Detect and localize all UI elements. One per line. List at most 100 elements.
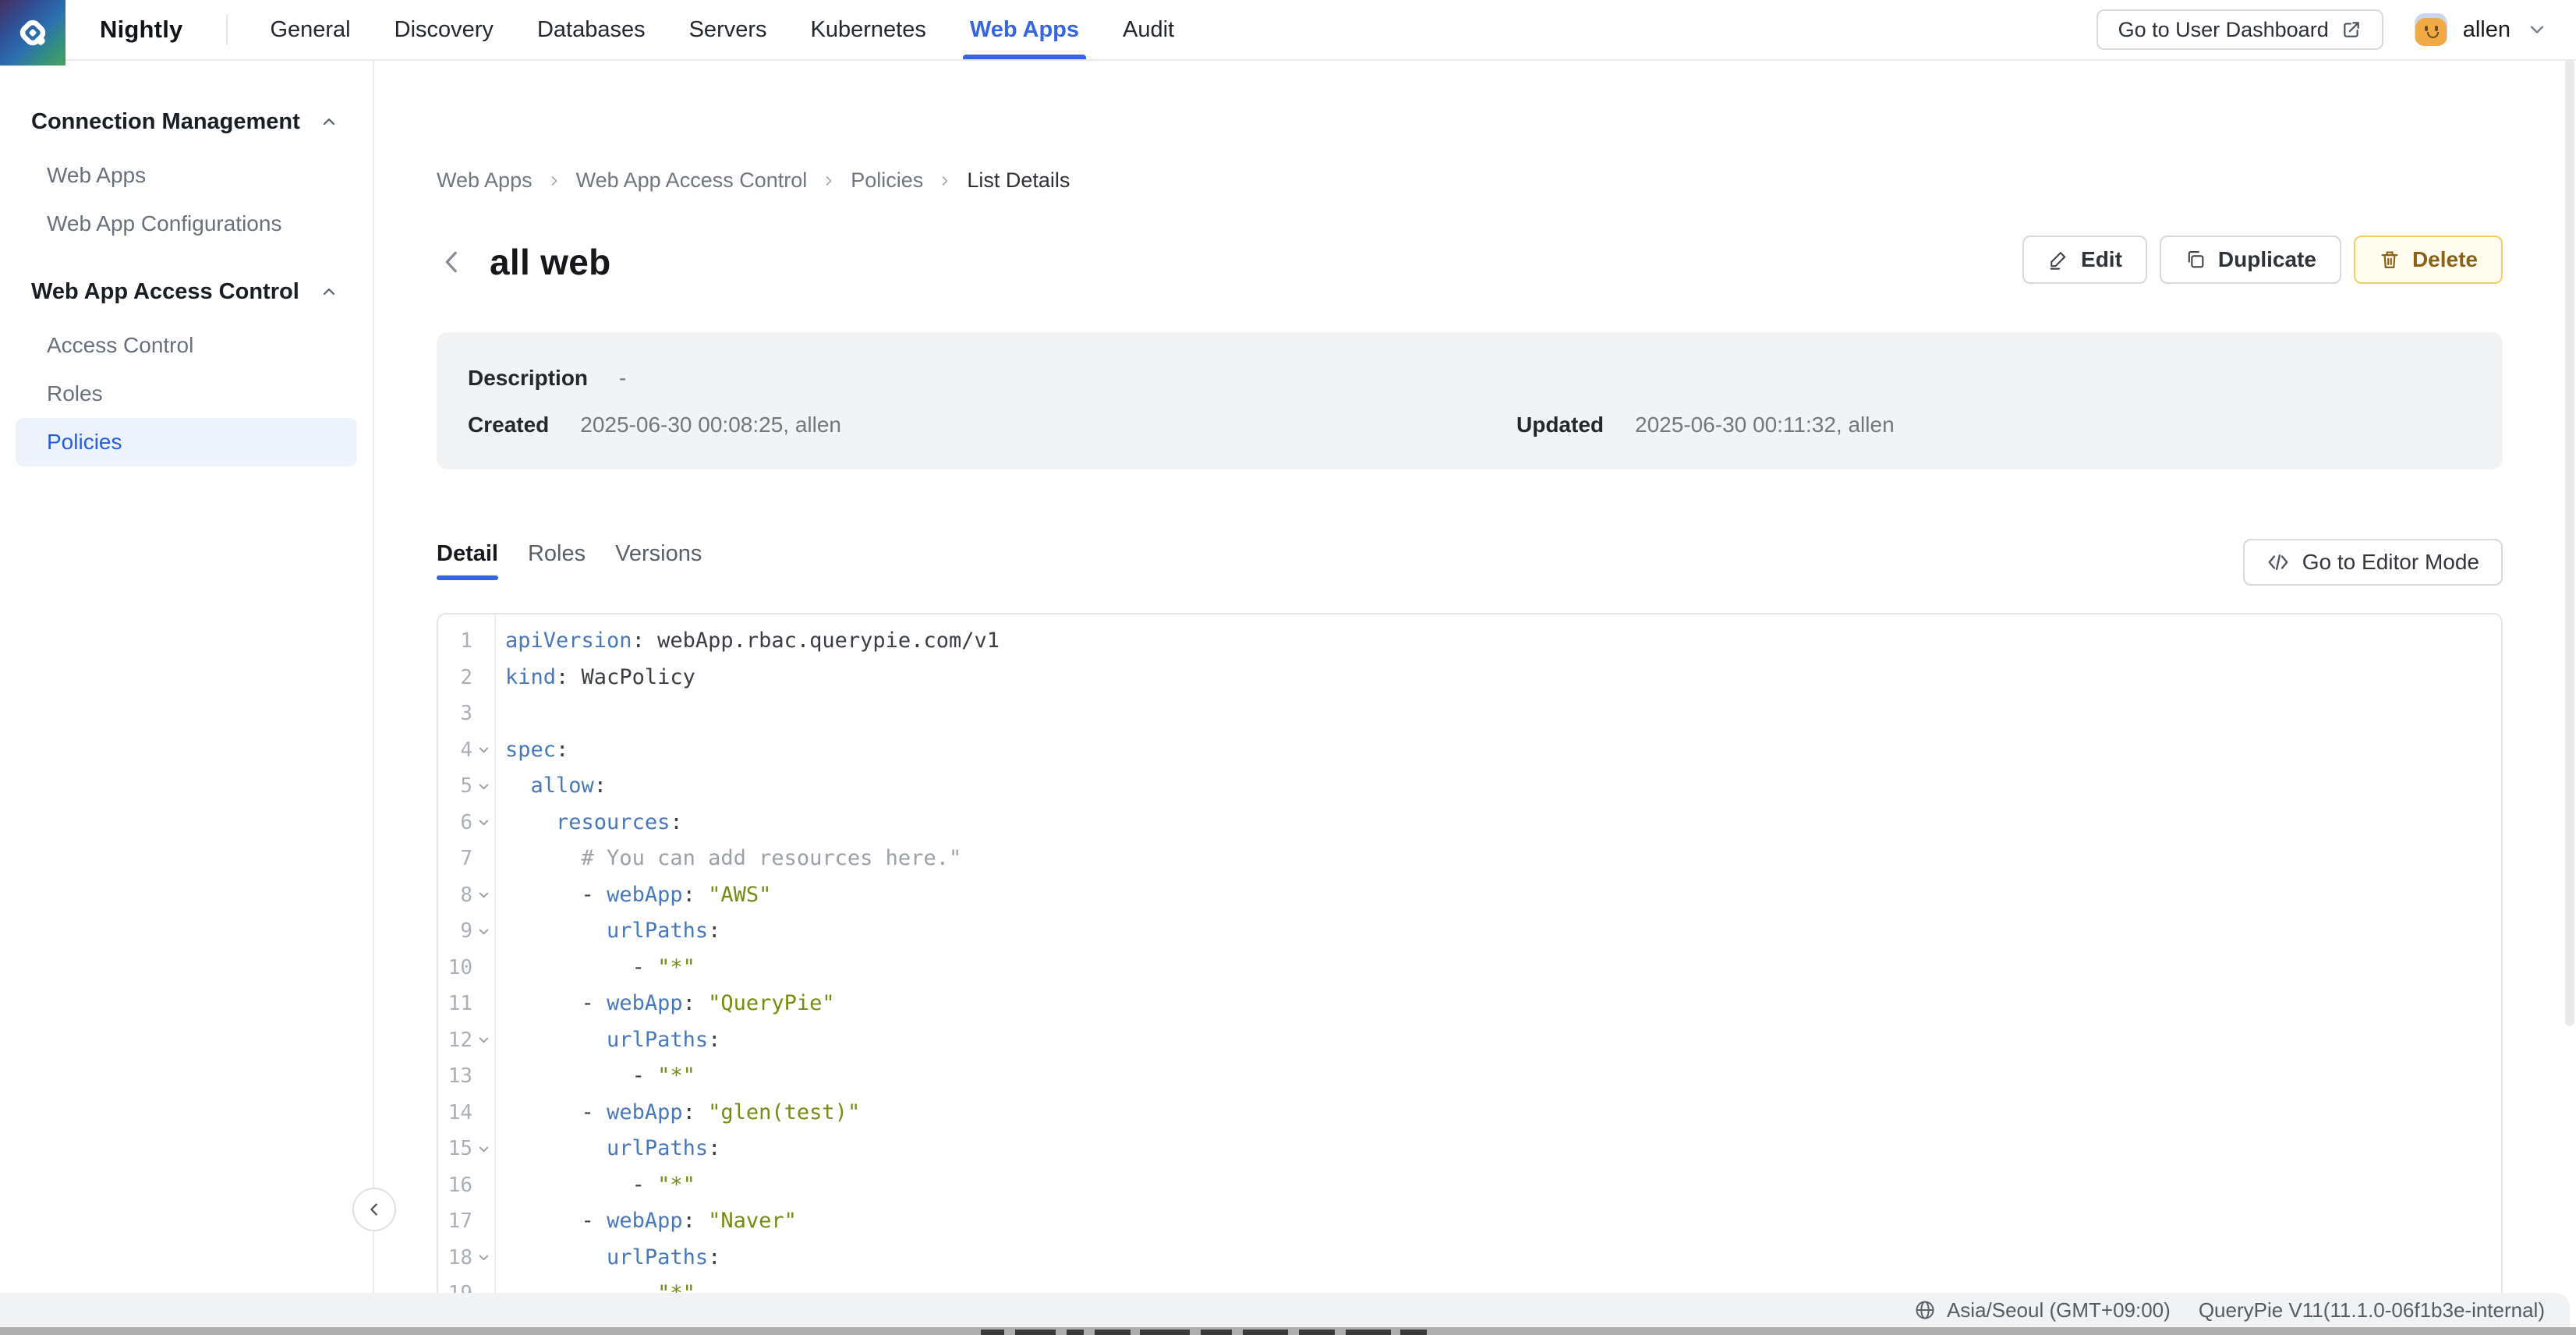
clipped-text-fragment [1243, 1330, 1288, 1335]
clipped-text-fragment [1201, 1330, 1232, 1335]
sidebar-item-web-app-configurations[interactable]: Web App Configurations [0, 200, 373, 248]
code-line-6: resources: [496, 805, 2501, 841]
chevron-up-icon [320, 282, 338, 301]
gutter-row-14: 14 [438, 1095, 494, 1131]
description-value: - [619, 366, 626, 391]
fold-chevron-icon[interactable] [472, 924, 494, 939]
page-scrollbar[interactable] [2565, 59, 2574, 1026]
nav-item-discovery[interactable]: Discovery [395, 0, 494, 59]
nav-item-kubernetes[interactable]: Kubernetes [811, 0, 926, 59]
code-line-4: spec: [496, 732, 2501, 769]
delete-button[interactable]: Delete [2354, 235, 2503, 284]
dashboard-button-label: Go to User Dashboard [2118, 18, 2329, 42]
trash-icon [2379, 249, 2401, 271]
sidebar-item-roles[interactable]: Roles [0, 370, 373, 418]
timezone-text: Asia/Seoul (GMT+09:00) [1947, 1298, 2171, 1323]
duplicate-button[interactable]: Duplicate [2160, 235, 2341, 284]
code-line-3 [496, 696, 2501, 732]
tab-roles[interactable]: Roles [528, 527, 586, 580]
breadcrumb-web-app-access-control[interactable]: Web App Access Control [576, 168, 808, 193]
sidebar-section-header-web-app-access-control[interactable]: Web App Access Control [0, 276, 373, 307]
code-line-text: - webApp: "Naver" [505, 1203, 797, 1240]
user-avatar[interactable] [2415, 13, 2447, 46]
breadcrumb-separator-icon [547, 173, 562, 189]
line-number: 14 [438, 1101, 472, 1124]
breadcrumb-policies[interactable]: Policies [851, 168, 923, 193]
code-line-text: urlPaths: [505, 1022, 720, 1059]
gutter-row-5: 5 [438, 768, 494, 805]
primary-nav: General Discovery Databases Servers Kubernet… [270, 0, 1174, 59]
nav-item-databases[interactable]: Databases [537, 0, 646, 59]
tab-versions[interactable]: Versions [615, 527, 702, 580]
querypie-logo-icon [12, 12, 53, 53]
fold-chevron-icon[interactable] [472, 815, 494, 830]
fold-chevron-icon[interactable] [472, 1142, 494, 1156]
line-number: 1 [438, 629, 472, 653]
nav-item-general[interactable]: General [270, 0, 350, 59]
pencil-icon [2047, 249, 2069, 271]
line-number: 4 [438, 738, 472, 762]
sidebar-section-connection-management: Connection Management Web AppsWeb App Con… [0, 106, 373, 248]
gutter-row-6: 6 [438, 805, 494, 841]
user-name[interactable]: allen [2463, 17, 2511, 43]
gutter-row-12: 12 [438, 1022, 494, 1059]
nav-item-audit[interactable]: Audit [1123, 0, 1174, 59]
user-menu-chevron-down-icon[interactable] [2526, 19, 2548, 41]
code-line-12: urlPaths: [496, 1022, 2501, 1059]
code-line-text: - "*" [505, 1058, 695, 1095]
clipped-text-fragment [981, 1330, 1004, 1335]
gutter-row-2: 2 [438, 660, 494, 696]
external-link-icon [2341, 19, 2362, 40]
nav-item-web-apps[interactable]: Web Apps [970, 0, 1079, 59]
breadcrumb-list-details: List Details [967, 168, 1070, 193]
avatar-eye-right [2435, 26, 2438, 31]
version-status: QueryPie V11(11.1.0-06f1b3e-internal) [2199, 1298, 2545, 1323]
line-number: 2 [438, 666, 472, 689]
breadcrumb-web-apps[interactable]: Web Apps [437, 168, 533, 193]
line-number: 13 [438, 1064, 472, 1088]
sidebar-item-access-control[interactable]: Access Control [0, 321, 373, 370]
fold-chevron-icon[interactable] [472, 1032, 494, 1047]
tab-detail[interactable]: Detail [437, 527, 498, 580]
nav-item-servers[interactable]: Servers [689, 0, 767, 59]
updated-pair: Updated 2025-06-30 00:11:32, allen [1516, 413, 1895, 437]
code-line-text: apiVersion: webApp.rbac.querypie.com/v1 [505, 623, 1000, 660]
line-number: 8 [438, 884, 472, 907]
edit-button[interactable]: Edit [2022, 235, 2147, 284]
querypie-logo[interactable] [0, 0, 65, 66]
line-number: 7 [438, 847, 472, 870]
gutter-row-8: 8 [438, 877, 494, 914]
fold-chevron-icon[interactable] [472, 887, 494, 902]
topbar-right-cluster: Go to User Dashboard allen [2097, 9, 2548, 50]
code-line-13: - "*" [496, 1058, 2501, 1095]
description-label: Description [468, 366, 588, 391]
sidebar-item-web-apps[interactable]: Web Apps [0, 151, 373, 200]
sidebar-collapse-button[interactable] [352, 1188, 396, 1231]
yaml-editor[interactable]: 1234567891011121314151617181920 apiVersi… [437, 613, 2503, 1335]
gutter-row-16: 16 [438, 1167, 494, 1204]
go-to-editor-mode-button[interactable]: Go to Editor Mode [2243, 539, 2503, 586]
edit-button-label: Edit [2081, 247, 2122, 272]
fold-chevron-icon[interactable] [472, 779, 494, 794]
code-line-text: spec: [505, 732, 568, 769]
updated-label: Updated [1516, 413, 1604, 437]
editor-code-area[interactable]: apiVersion: webApp.rbac.querypie.com/v1k… [496, 614, 2501, 1335]
fold-chevron-icon[interactable] [472, 742, 494, 757]
code-line-18: urlPaths: [496, 1240, 2501, 1277]
breadcrumb: Web Apps Web App Access Control Policies Li… [437, 168, 1070, 193]
sidebar-section-header-connection-management[interactable]: Connection Management [0, 106, 373, 137]
breadcrumb-separator-icon [937, 173, 953, 189]
go-to-user-dashboard-button[interactable]: Go to User Dashboard [2097, 9, 2383, 50]
code-line-9: urlPaths: [496, 913, 2501, 950]
back-button[interactable] [437, 246, 468, 278]
clipped-text-fragment [1400, 1330, 1427, 1335]
code-line-text: urlPaths: [505, 913, 720, 950]
line-number: 10 [438, 956, 472, 979]
line-number: 16 [438, 1174, 472, 1197]
fold-chevron-icon[interactable] [472, 1250, 494, 1265]
timezone-status: Asia/Seoul (GMT+09:00) [1914, 1298, 2171, 1323]
gutter-row-7: 7 [438, 841, 494, 877]
sidebar-item-policies[interactable]: Policies [16, 418, 357, 466]
code-line-text: - webApp: "AWS" [505, 877, 771, 914]
page-title-row: all web [437, 234, 611, 290]
